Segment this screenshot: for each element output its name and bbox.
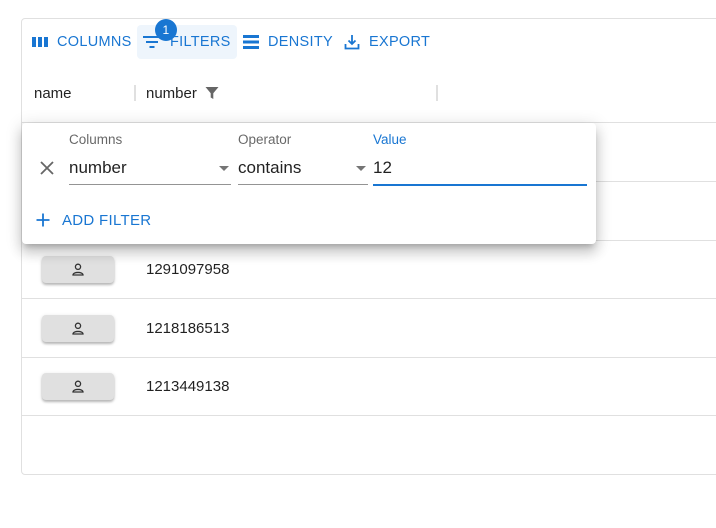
grid-toolbar: COLUMNS FILTERS 1 DENSITY EXPORT [22, 19, 716, 63]
operator-select-value: contains [238, 157, 302, 177]
number-cell: 1291097958 [146, 260, 230, 278]
person-icon [72, 263, 84, 276]
header-number[interactable]: number [146, 63, 219, 123]
columns-select-value: number [69, 157, 127, 177]
filters-button[interactable]: FILTERS 1 [137, 19, 237, 59]
remove-filter-button[interactable] [36, 157, 58, 179]
value-input-text: 12 [373, 157, 392, 177]
density-button[interactable]: DENSITY [237, 25, 339, 59]
value-input[interactable]: 12 [373, 151, 587, 186]
person-icon [72, 322, 84, 335]
add-filter-label: ADD FILTER [62, 211, 152, 229]
operator-field-label: Operator [238, 132, 292, 147]
download-icon [344, 35, 360, 50]
columns-icon [32, 37, 48, 47]
export-label: EXPORT [369, 34, 431, 50]
column-separator[interactable] [436, 85, 438, 101]
person-icon [72, 380, 84, 393]
filter-funnel-icon[interactable] [205, 86, 219, 100]
plus-icon [36, 213, 50, 227]
filters-label: FILTERS [170, 34, 231, 50]
density-icon [243, 35, 259, 49]
columns-field-label: Columns [69, 132, 123, 147]
filters-count-badge: 1 [155, 19, 177, 41]
caret-down-icon [356, 166, 366, 171]
header-name-label: name [34, 84, 72, 102]
header-name[interactable]: name [34, 63, 72, 123]
operator-select[interactable]: contains [238, 151, 368, 185]
user-button[interactable] [42, 373, 114, 400]
columns-select[interactable]: number [69, 151, 231, 185]
number-cell: 1218186513 [146, 319, 230, 337]
header-number-label: number [146, 84, 197, 102]
number-cell: 1213449138 [146, 377, 230, 395]
caret-down-icon [219, 166, 229, 171]
filter-panel: Columns number Operator contains Value 1… [22, 123, 596, 244]
table-row[interactable]: 1218186513 [22, 299, 716, 358]
value-field-label: Value [373, 132, 407, 147]
table-row[interactable]: 1291097958 [22, 240, 716, 299]
export-button[interactable]: EXPORT [338, 25, 436, 59]
close-icon [40, 161, 54, 175]
data-grid: COLUMNS FILTERS 1 DENSITY EXPORT name nu… [21, 18, 716, 475]
user-button[interactable] [42, 256, 114, 283]
table-row[interactable]: 1213449138 [22, 357, 716, 416]
column-headers: name number [22, 63, 716, 123]
columns-button[interactable]: COLUMNS [26, 25, 138, 59]
add-filter-button[interactable]: ADD FILTER [32, 205, 155, 235]
density-label: DENSITY [268, 34, 333, 50]
user-button[interactable] [42, 315, 114, 342]
columns-label: COLUMNS [57, 34, 132, 50]
column-separator[interactable] [134, 85, 136, 101]
